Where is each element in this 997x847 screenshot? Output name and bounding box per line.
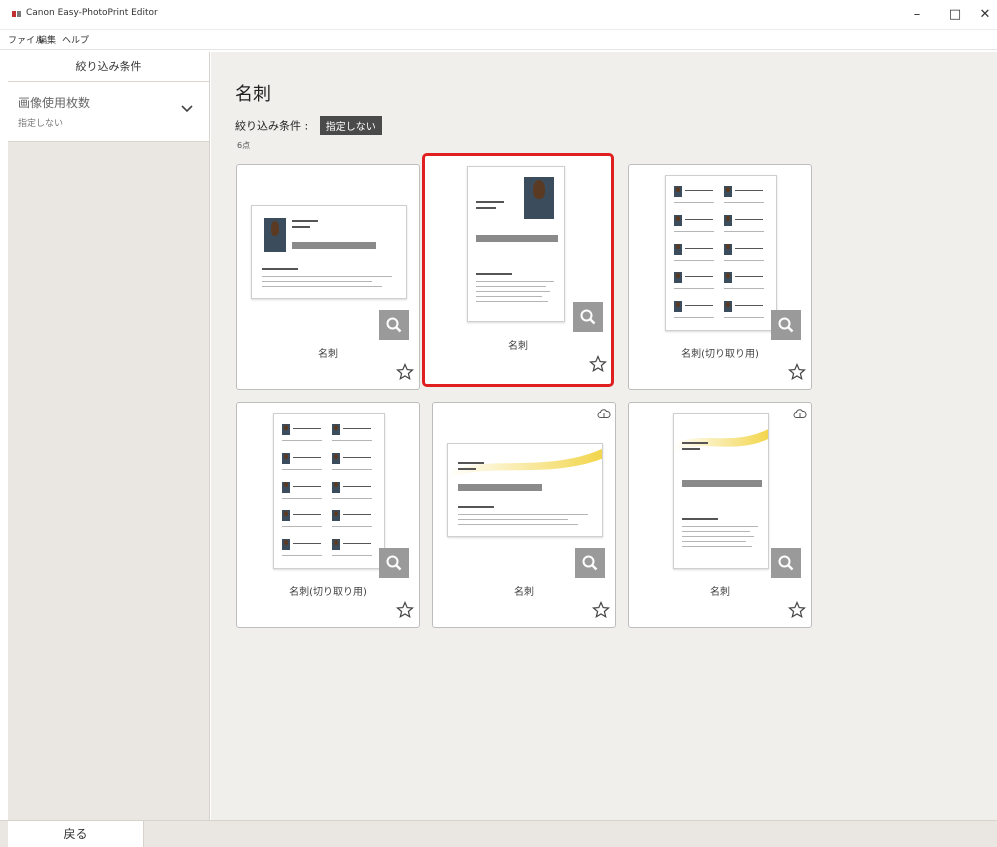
zoom-button[interactable] [771, 548, 801, 578]
template-card[interactable]: 名刺 [432, 402, 616, 628]
zoom-button[interactable] [771, 310, 801, 340]
template-thumbnail [673, 413, 769, 569]
app-icon [12, 11, 21, 17]
magnifier-icon [386, 317, 402, 333]
template-thumbnail [251, 205, 407, 299]
template-thumbnail [467, 166, 565, 322]
page-title: 名刺 [235, 84, 271, 105]
filter-title: 画像使用枚数 [18, 96, 91, 110]
template-label: 名刺 [514, 587, 534, 598]
star-outline-icon[interactable] [396, 601, 414, 619]
active-filter: 絞り込み条件 : 指定しない [235, 116, 382, 135]
template-card[interactable]: 名刺(切り取り用) [236, 402, 420, 628]
template-card[interactable]: 名刺 [236, 164, 420, 390]
template-label: 名刺(切り取り用) [681, 349, 759, 360]
main-content: 名刺 絞り込み条件 : 指定しない 6点 名刺 名刺 名刺(切り取り用) 名刺(… [211, 52, 997, 820]
magnifier-icon [580, 309, 596, 325]
cloud-download-icon [597, 409, 611, 418]
template-label: 名刺 [710, 587, 730, 598]
template-card-selected[interactable]: 名刺 [422, 153, 614, 387]
zoom-button[interactable] [573, 302, 603, 332]
zoom-button[interactable] [575, 548, 605, 578]
star-outline-icon[interactable] [788, 601, 806, 619]
cut-sheet-grid [674, 184, 770, 324]
chevron-down-icon[interactable] [180, 104, 194, 114]
star-outline-icon[interactable] [592, 601, 610, 619]
active-filter-label: 絞り込み条件 : [235, 119, 309, 133]
active-filter-chip: 指定しない [319, 116, 382, 135]
template-thumbnail [447, 443, 603, 537]
menu-bar: ファイル 編集 ヘルプ [0, 30, 997, 50]
zoom-button[interactable] [379, 310, 409, 340]
maximize-button[interactable]: □ [940, 4, 970, 26]
result-count: 6点 [237, 141, 251, 150]
star-outline-icon[interactable] [788, 363, 806, 381]
template-thumbnail [273, 413, 385, 569]
template-label: 名刺 [318, 349, 338, 360]
zoom-button[interactable] [379, 548, 409, 578]
template-card[interactable]: 名刺 [628, 402, 812, 628]
minimize-button[interactable]: – [902, 4, 932, 26]
cloud-download-icon [793, 409, 807, 418]
template-label: 名刺 [508, 341, 528, 352]
back-button[interactable]: 戻る [8, 821, 144, 847]
close-button[interactable]: ✕ [970, 4, 997, 26]
sidebar-header: 絞り込み条件 [8, 52, 209, 82]
magnifier-icon [778, 555, 794, 571]
window-title: Canon Easy-PhotoPrint Editor [26, 8, 158, 18]
filter-sidebar: 絞り込み条件 画像使用枚数 指定しない [8, 52, 210, 820]
template-thumbnail [665, 175, 777, 331]
bottom-bar: 戻る [0, 820, 997, 847]
magnifier-icon [778, 317, 794, 333]
title-bar: Canon Easy-PhotoPrint Editor – □ ✕ [0, 0, 997, 30]
star-outline-icon[interactable] [589, 355, 607, 373]
cut-sheet-grid [282, 422, 378, 562]
filter-value: 指定しない [18, 119, 64, 129]
filter-image-count[interactable]: 画像使用枚数 指定しない [8, 82, 209, 142]
menu-help[interactable]: ヘルプ [62, 33, 89, 46]
template-label: 名刺(切り取り用) [289, 587, 367, 598]
magnifier-icon [582, 555, 598, 571]
star-outline-icon[interactable] [396, 363, 414, 381]
menu-edit[interactable]: 編集 [38, 33, 56, 46]
template-card[interactable]: 名刺(切り取り用) [628, 164, 812, 390]
magnifier-icon [386, 555, 402, 571]
